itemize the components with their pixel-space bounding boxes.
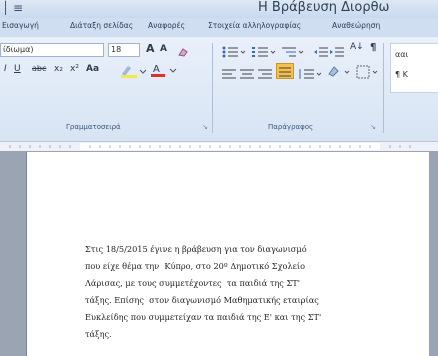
tab-mailings[interactable]: Στοιχεία αλληλογραφίας [208,21,301,30]
document-line: τάξης. [85,329,112,339]
style-preview-top: ααι [395,50,409,59]
align-right-icon[interactable] [258,65,272,84]
bullets-icon[interactable] [222,43,248,62]
quick-access-toolbar[interactable]: │ ≡ [2,1,23,15]
shrink-font-button[interactable]: A [160,44,167,54]
document-line: Λάρισας, με τους συμμετέχοντες τα παιδιά… [85,278,300,288]
underline-button[interactable]: U [14,64,21,74]
align-left-icon[interactable] [222,65,236,84]
justify-icon[interactable] [276,63,294,79]
strikethrough-button[interactable]: abc [32,64,46,73]
shading-icon[interactable] [326,64,352,83]
ribbon: ίδιωμα) 18 A A I U abc x₂ x² Aa A Γραμμα… [0,37,438,141]
subscript-button[interactable]: x₂ [54,64,63,74]
font-size-field[interactable]: 18 [108,43,140,57]
group-separator [212,43,213,133]
tab-references[interactable]: Αναφορές [148,21,185,30]
superscript-button[interactable]: x² [70,64,79,74]
group-separator [383,43,384,133]
document-line: Στις 18/5/2015 έγινε η βράβευση για τον … [85,244,307,254]
font-name-field[interactable]: ίδιωμα) [0,43,104,57]
multilevel-list-icon[interactable] [280,43,306,62]
document-line: που είχε θέμα την Κύπρο, στο 20º Δημοτικ… [85,261,306,271]
font-group-label: Γραμματοσειρά [66,123,121,131]
document-line: Ευκλείδης που συμμετείχαν τα παιδιά της … [85,312,322,322]
increase-indent-icon[interactable] [330,43,344,62]
document-line: τάξης. Επίσης στον διαγωνισμό Μαθηματική… [85,295,319,305]
change-case-button[interactable]: Aa [86,64,99,74]
title-bar: │ ≡ Η Βράβευση Διορθω [0,0,438,18]
borders-icon[interactable] [356,64,380,83]
show-formatting-icon[interactable]: ¶ [370,42,376,53]
line-spacing-icon[interactable] [298,65,322,84]
clear-format-icon[interactable] [177,43,189,57]
font-dialog-launcher-icon[interactable]: ↘ [202,123,208,131]
tab-review[interactable]: Αναθεώρηση [332,21,380,30]
ribbon-tabs: Εισαγωγή Διάταξη σελίδας Αναφορές Στοιχε… [0,18,438,38]
styles-gallery[interactable]: ααι ¶ Κ [390,43,438,93]
numbering-icon[interactable] [252,43,278,62]
italic-button[interactable]: I [4,64,7,74]
highlight-color-icon[interactable] [120,63,147,78]
sort-icon[interactable]: A↓ [350,42,364,52]
align-center-icon[interactable] [240,65,254,84]
decrease-indent-icon[interactable] [314,43,328,62]
style-preview-bottom: ¶ Κ [395,70,408,79]
grow-font-button[interactable]: A [146,42,155,55]
paragraph-group-label: Παράγραφος [268,123,314,131]
svg-text:A: A [153,64,160,75]
document-body[interactable]: Στις 18/5/2015 έγινε η βράβευση για τον … [85,241,381,343]
paragraph-dialog-launcher-icon[interactable]: ↘ [370,123,376,131]
tab-insert[interactable]: Εισαγωγή [2,21,39,30]
tab-page-layout[interactable]: Διάταξη σελίδας [70,21,133,30]
font-color-icon[interactable]: A [150,62,180,78]
window-title: Η Βράβευση Διορθω [258,0,390,15]
